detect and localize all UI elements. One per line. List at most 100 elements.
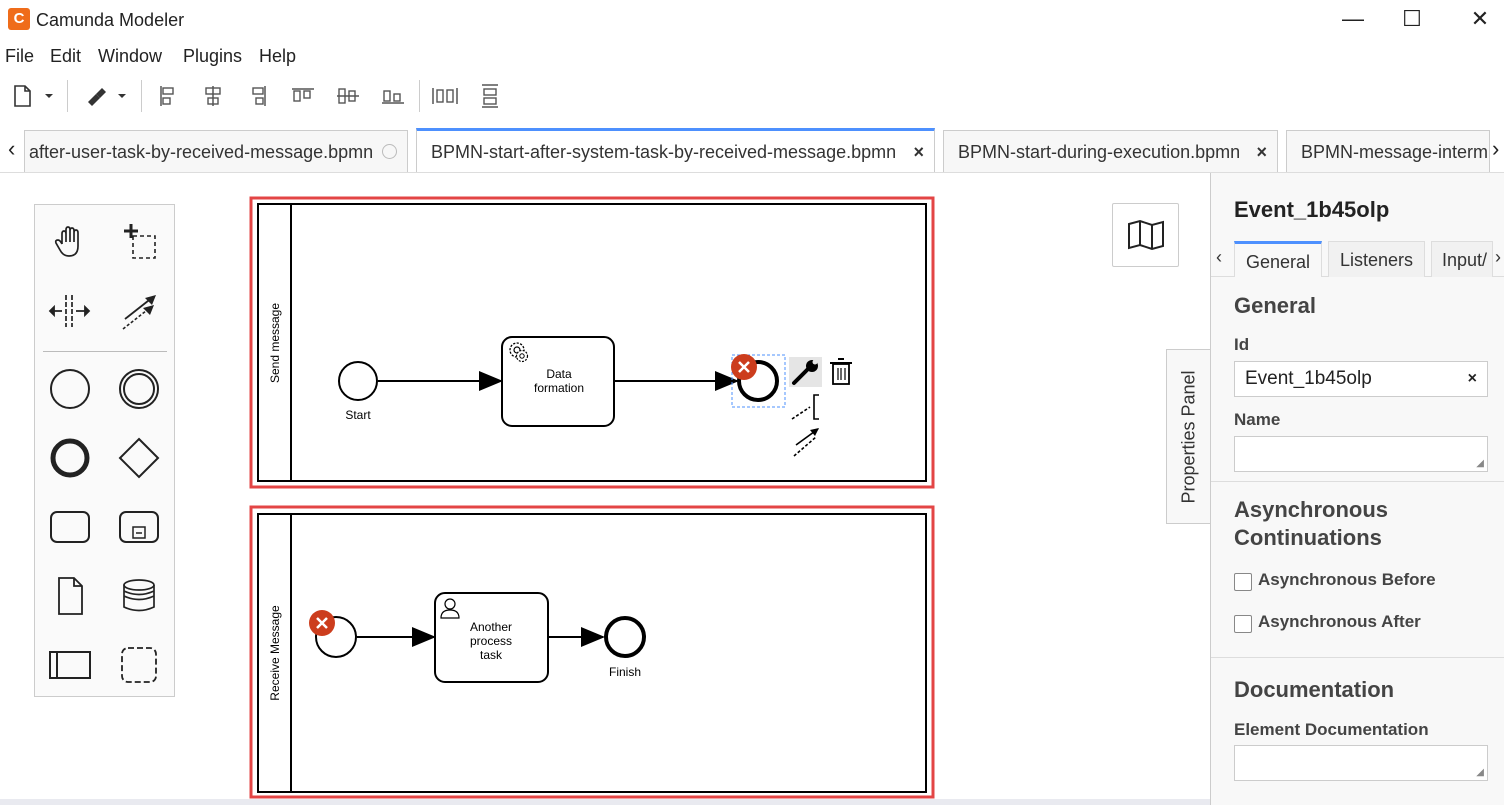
minimize-button[interactable]: —: [1323, 4, 1383, 36]
align-center-button[interactable]: [198, 82, 228, 110]
status-bar: [0, 799, 1210, 805]
task-label-line: task: [480, 648, 503, 662]
create-data-store[interactable]: [114, 571, 164, 621]
element-documentation-input[interactable]: ◢: [1234, 745, 1488, 781]
tab-label: after-user-task-by-received-message.bpmn: [29, 142, 374, 162]
id-input[interactable]: Event_1b45olp ×: [1234, 361, 1488, 397]
align-middle-icon: [337, 88, 359, 104]
unsaved-dot-icon[interactable]: [382, 144, 397, 159]
tab-scroll-right-icon[interactable]: ›: [1492, 136, 1499, 162]
data-store-icon: [123, 579, 155, 612]
minimap-toggle-button[interactable]: [1112, 203, 1179, 267]
close-tab-icon[interactable]: ×: [913, 131, 924, 172]
align-bottom-button[interactable]: [378, 82, 408, 110]
map-icon: [1127, 219, 1164, 251]
resize-handle-icon[interactable]: ◢: [1476, 458, 1484, 469]
align-right-button[interactable]: [243, 82, 273, 110]
tab-file-4[interactable]: BPMN-message-interm: [1286, 130, 1490, 172]
space-icon: [48, 295, 91, 327]
end-event-label: Finish: [609, 665, 641, 679]
create-group[interactable]: [114, 640, 164, 690]
resize-handle-icon[interactable]: ◢: [1476, 767, 1484, 778]
paint-brush-icon: [88, 88, 126, 106]
properties-panel-toggle-label: Properties Panel: [1178, 369, 1198, 504]
tab-scroll-left-icon[interactable]: ‹: [8, 136, 15, 162]
menu-edit[interactable]: Edit: [50, 46, 81, 67]
name-input[interactable]: ◢: [1234, 436, 1488, 472]
distribute-horizontal-icon: [432, 88, 458, 104]
tab-listeners[interactable]: Listeners: [1328, 241, 1425, 277]
close-tab-icon[interactable]: ×: [1256, 131, 1267, 172]
create-pool[interactable]: [45, 640, 95, 690]
tab-file-3[interactable]: BPMN-start-during-execution.bpmn ×: [943, 130, 1278, 172]
create-subprocess[interactable]: [114, 502, 164, 552]
properties-element-title: Event_1b45olp: [1234, 197, 1390, 222]
create-gateway[interactable]: [114, 433, 164, 483]
properties-panel-toggle[interactable]: Properties Panel: [1166, 349, 1210, 524]
create-intermediate-event[interactable]: [114, 364, 164, 414]
tool-palette: [34, 204, 175, 697]
toolbar: [0, 76, 1504, 116]
end-event-icon: [50, 438, 90, 478]
menu-help[interactable]: Help: [259, 46, 296, 67]
task-label-line: process: [470, 634, 512, 648]
start-event-icon: [50, 369, 90, 409]
align-middle-button[interactable]: [333, 82, 363, 110]
distribute-vertical-icon: [482, 84, 498, 108]
properties-tab-prev-icon[interactable]: ‹: [1216, 247, 1222, 268]
lasso-tool[interactable]: [114, 217, 164, 267]
group-general-title: General: [1234, 293, 1316, 318]
create-start-event[interactable]: [45, 364, 95, 414]
create-end-event[interactable]: [45, 433, 95, 483]
tab-input-output[interactable]: Input/: [1431, 241, 1493, 277]
pool-icon: [49, 651, 91, 679]
element-documentation-label: Element Documentation: [1234, 720, 1429, 739]
align-bottom-icon: [382, 90, 404, 104]
clear-id-icon[interactable]: ×: [1468, 362, 1477, 396]
menu-file[interactable]: File: [5, 46, 34, 67]
error-marker-icon: [731, 354, 757, 380]
color-picker-button[interactable]: [78, 82, 130, 110]
start-event[interactable]: [338, 361, 378, 401]
service-task-data-formation[interactable]: Data formation: [501, 336, 615, 427]
create-data-object[interactable]: [45, 571, 95, 621]
hand-tool[interactable]: [45, 217, 95, 267]
properties-tab-next-icon[interactable]: ›: [1495, 247, 1501, 268]
distribute-horizontal-button[interactable]: [430, 82, 460, 110]
camunda-logo-icon: C: [8, 8, 30, 30]
bpmn-diagram[interactable]: Send message Receive Message Start Data …: [0, 173, 1210, 805]
create-task[interactable]: [45, 502, 95, 552]
pool-receive-message[interactable]: Receive Message: [249, 505, 935, 799]
align-left-button[interactable]: [153, 82, 183, 110]
async-before-label: Asynchronous Before: [1258, 570, 1436, 589]
tab-file-1[interactable]: after-user-task-by-received-message.bpmn: [24, 130, 408, 172]
name-label: Name: [1234, 410, 1281, 429]
subprocess-icon: [119, 511, 159, 543]
connect-icon: [122, 295, 156, 330]
async-after-checkbox[interactable]: [1234, 615, 1252, 633]
distribute-vertical-button[interactable]: [475, 82, 505, 110]
close-window-button[interactable]: ✕: [1450, 4, 1504, 36]
async-after-label: Asynchronous After: [1258, 612, 1421, 631]
group-icon: [121, 647, 157, 683]
new-file-button[interactable]: [6, 82, 56, 110]
task-label-line: Another: [470, 620, 512, 634]
tab-label: BPMN-message-interm: [1301, 142, 1489, 162]
group-async-title-line2: Continuations: [1234, 525, 1382, 550]
tab-label: BPMN-start-during-execution.bpmn: [958, 142, 1241, 162]
align-top-button[interactable]: [288, 82, 318, 110]
user-task-another-process-task[interactable]: Another process task: [434, 592, 549, 683]
tab-general[interactable]: General: [1234, 241, 1322, 277]
menu-plugins[interactable]: Plugins: [183, 46, 242, 67]
async-before-checkbox[interactable]: [1234, 573, 1252, 591]
menu-window[interactable]: Window: [98, 46, 162, 67]
tab-file-2-active[interactable]: BPMN-start-after-system-task-by-received…: [416, 128, 935, 172]
global-connect-tool[interactable]: [114, 286, 164, 336]
space-tool[interactable]: [45, 286, 95, 336]
lasso-icon: [124, 224, 156, 259]
align-top-icon: [292, 88, 314, 102]
end-event-finish[interactable]: [604, 616, 646, 658]
task-label-line: formation: [534, 381, 584, 395]
pool-label-send-message: Send message: [268, 303, 282, 383]
maximize-button[interactable]: ☐: [1382, 4, 1442, 36]
